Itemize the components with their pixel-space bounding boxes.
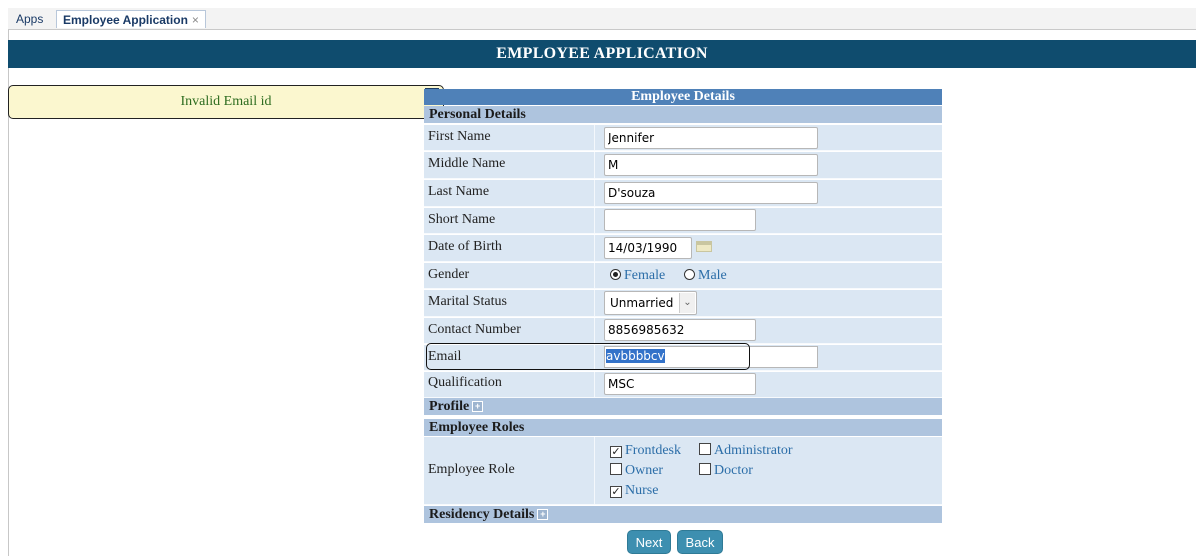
back-button[interactable]: Back [677, 530, 723, 554]
gender-male-option[interactable]: Male [684, 268, 727, 284]
column-separator [594, 235, 595, 261]
short-name-label: Short Name [428, 212, 496, 227]
qualification-label: Qualification [428, 375, 502, 390]
row-employee-role: Employee Role ✓ Frontdesk Administrator O… [424, 437, 942, 505]
marital-status-label: Marital Status [428, 294, 507, 309]
row-short-name: Short Name [424, 208, 942, 234]
column-separator [594, 180, 595, 206]
checkbox-owner[interactable] [610, 463, 622, 475]
last-name-input[interactable] [604, 182, 818, 204]
role-owner-label: Owner [625, 463, 664, 478]
residency-section-label: Residency Details [429, 507, 535, 522]
section-personal-details: Personal Details [424, 106, 942, 123]
middle-name-label: Middle Name [428, 156, 506, 171]
checkbox-nurse[interactable]: ✓ [610, 486, 622, 498]
column-separator [594, 372, 595, 397]
marital-status-select[interactable]: Unmarried ⌄ [604, 291, 697, 315]
section-profile[interactable]: Profile + [424, 398, 942, 415]
profile-section-label: Profile [429, 399, 470, 414]
contact-number-label: Contact Number [428, 322, 521, 337]
column-separator [594, 318, 595, 343]
last-name-label: Last Name [428, 184, 490, 199]
role-frontdesk-label: Frontdesk [625, 443, 681, 458]
chevron-down-icon[interactable]: ⌄ [679, 293, 695, 313]
checkbox-administrator[interactable] [699, 443, 711, 455]
gender-female-option[interactable]: Female [610, 268, 665, 284]
column-separator [594, 263, 595, 288]
row-date-of-birth: Date of Birth [424, 235, 942, 262]
tab-bar: Apps Employee Application × [8, 8, 1196, 30]
employee-role-label: Employee Role [428, 462, 515, 477]
expand-plus-icon[interactable]: + [537, 509, 549, 521]
row-first-name: First Name [424, 125, 942, 151]
role-administrator-label: Administrator [714, 443, 793, 458]
dob-label: Date of Birth [428, 239, 502, 254]
role-nurse-option[interactable]: ✓ Nurse [610, 483, 658, 499]
tab-employee-application-label: Employee Application [63, 13, 188, 27]
row-qualification: Qualification [424, 372, 942, 398]
next-button[interactable]: Next [627, 530, 671, 554]
calendar-icon[interactable] [696, 241, 712, 252]
row-middle-name: Middle Name [424, 152, 942, 179]
qualification-input[interactable] [604, 373, 756, 395]
role-doctor-label: Doctor [714, 463, 753, 478]
first-name-input[interactable] [604, 127, 818, 149]
gender-female-label: Female [624, 268, 666, 283]
gender-male-label: Male [698, 268, 727, 283]
short-name-input[interactable] [604, 209, 756, 231]
column-separator [594, 152, 595, 178]
radio-male[interactable] [684, 269, 695, 280]
dob-input[interactable] [604, 237, 692, 259]
radio-female[interactable] [610, 269, 621, 280]
tab-close-icon[interactable]: × [192, 13, 199, 27]
section-employee-roles: Employee Roles [424, 419, 942, 436]
error-message: Invalid Email id [8, 85, 444, 119]
marital-status-value: Unmarried [610, 296, 674, 310]
role-doctor-option[interactable]: Doctor [699, 463, 753, 479]
column-separator [594, 437, 595, 504]
checkbox-frontdesk[interactable]: ✓ [610, 446, 622, 458]
middle-name-input[interactable] [604, 154, 818, 176]
expand-plus-icon[interactable]: + [472, 401, 484, 413]
contact-number-input[interactable] [604, 319, 756, 341]
page-title: EMPLOYEE APPLICATION [8, 40, 1196, 68]
role-administrator-option[interactable]: Administrator [699, 443, 793, 459]
role-frontdesk-option[interactable]: ✓ Frontdesk [610, 443, 681, 459]
role-owner-option[interactable]: Owner [610, 463, 663, 479]
tab-employee-application[interactable]: Employee Application × [56, 10, 206, 28]
row-contact-number: Contact Number [424, 318, 942, 344]
checkbox-doctor[interactable] [699, 463, 711, 475]
tab-apps[interactable]: Apps [10, 10, 49, 28]
role-nurse-label: Nurse [625, 483, 659, 498]
email-highlight-box [426, 343, 750, 370]
gender-label: Gender [428, 267, 470, 282]
row-marital-status: Marital Status Unmarried ⌄ [424, 290, 942, 317]
column-separator [594, 208, 595, 233]
column-separator [594, 125, 595, 150]
row-last-name: Last Name [424, 180, 942, 207]
section-residency-details[interactable]: Residency Details + [424, 506, 942, 523]
row-gender: Gender Female Male [424, 263, 942, 289]
first-name-label: First Name [428, 129, 491, 144]
form-caption: Employee Details [424, 89, 942, 105]
column-separator [594, 290, 595, 316]
